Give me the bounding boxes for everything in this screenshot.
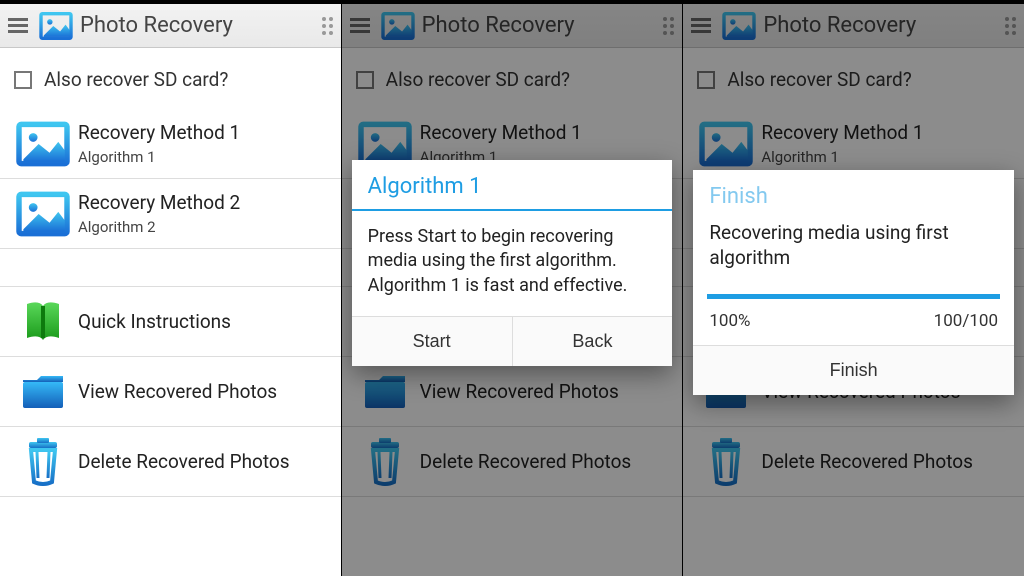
screen-progress-dialog: Photo Recovery Also recover SD card? Rec… xyxy=(683,0,1024,576)
progress-bar xyxy=(707,294,1000,299)
dialog-body: Press Start to begin recovering media us… xyxy=(352,211,673,316)
photo-icon xyxy=(8,120,78,168)
method-2[interactable]: Recovery Method 2 Algorithm 2 xyxy=(0,179,341,249)
dialog-body: Recovering media using first algorithm xyxy=(693,215,1014,278)
app-title: Photo Recovery xyxy=(80,13,322,38)
method-2-sub: Algorithm 2 xyxy=(78,218,240,236)
screen-main: Photo Recovery Also recover SD card? Rec… xyxy=(0,0,342,576)
titlebar: Photo Recovery xyxy=(0,0,341,48)
instructions-label: Quick Instructions xyxy=(78,310,231,333)
method-1[interactable]: Recovery Method 1 Algorithm 1 xyxy=(0,109,341,179)
progress-percent: 100% xyxy=(709,311,750,331)
sd-card-row[interactable]: Also recover SD card? xyxy=(0,48,341,109)
start-button[interactable]: Start xyxy=(352,317,513,366)
delete-recovered[interactable]: Delete Recovered Photos xyxy=(0,427,341,497)
progress-count: 100/100 xyxy=(934,311,998,331)
screen-start-dialog: Photo Recovery Also recover SD card? Rec… xyxy=(342,0,684,576)
photo-icon xyxy=(8,190,78,238)
menu-icon[interactable] xyxy=(8,15,32,36)
book-icon xyxy=(8,298,78,346)
overflow-icon[interactable] xyxy=(322,17,333,35)
algorithm-dialog: Algorithm 1 Press Start to begin recover… xyxy=(352,160,673,366)
sd-label: Also recover SD card? xyxy=(44,68,228,91)
quick-instructions[interactable]: Quick Instructions xyxy=(0,287,341,357)
method-1-sub: Algorithm 1 xyxy=(78,148,240,166)
finish-button[interactable]: Finish xyxy=(693,345,1014,395)
view-recovered[interactable]: View Recovered Photos xyxy=(0,357,341,427)
progress-dialog: Finish Recovering media using first algo… xyxy=(693,170,1014,395)
folder-icon xyxy=(8,368,78,416)
dialog-title: Algorithm 1 xyxy=(352,160,673,211)
dialog-faded-title: Finish xyxy=(693,170,1014,215)
method-1-label: Recovery Method 1 xyxy=(78,121,240,144)
section-gap xyxy=(0,249,341,287)
delete-label: Delete Recovered Photos xyxy=(78,450,290,473)
app-logo-icon xyxy=(38,11,74,41)
view-label: View Recovered Photos xyxy=(78,380,277,403)
back-button[interactable]: Back xyxy=(513,317,673,366)
method-2-label: Recovery Method 2 xyxy=(78,191,240,214)
sd-checkbox[interactable] xyxy=(14,71,32,89)
trash-icon xyxy=(8,438,78,486)
